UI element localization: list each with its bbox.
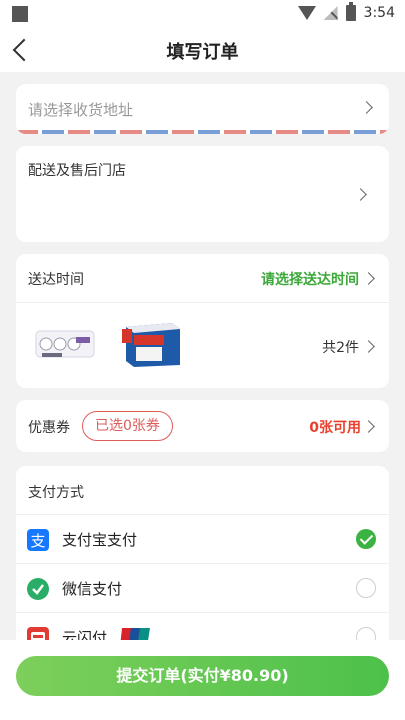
radio-unchecked-icon[interactable] — [356, 578, 376, 598]
payment-option-alipay[interactable]: 支 支付宝支付 — [16, 515, 389, 563]
store-card[interactable]: 配送及售后门店 — [16, 146, 389, 242]
coupon-selected-badge[interactable]: 已选0张券 — [82, 411, 173, 441]
coupon-label: 优惠券 — [28, 420, 70, 436]
delivery-time-select: 请选择送达时间 — [261, 272, 359, 288]
delivery-time-row[interactable]: 送达时间 请选择送达时间 — [16, 254, 389, 302]
radio-checked-icon[interactable] — [356, 529, 376, 549]
status-bar: 3:54 — [0, 0, 405, 28]
status-icons: 3:54 — [297, 2, 395, 21]
coupon-available-count: 0张可用 — [309, 420, 361, 436]
delivery-time-label: 送达时间 — [28, 272, 84, 288]
address-card[interactable]: 请选择收货地址 — [16, 84, 389, 134]
product-thumbnail-milk — [122, 323, 180, 367]
notification-icon — [12, 6, 28, 22]
wechat-pay-icon — [27, 578, 49, 600]
status-time: 3:54 — [363, 5, 395, 21]
address-placeholder: 请选择收货地址 — [28, 101, 134, 119]
submit-order-button[interactable]: 提交订单(实付¥80.90) — [16, 656, 389, 696]
payment-title: 支付方式 — [28, 485, 84, 501]
bottom-bar: 提交订单(实付¥80.90) — [0, 640, 405, 720]
payment-card: 支付方式 支 支付宝支付 微信支付 云闪付 — [16, 466, 389, 656]
no-signal-icon — [323, 6, 338, 20]
nav-bar: 填写订单 — [0, 28, 405, 72]
delivery-card: 送达时间 请选择送达时间 共2件 — [16, 254, 389, 388]
svg-text:支: 支 — [30, 532, 45, 550]
chevron-right-icon — [360, 101, 373, 114]
store-label: 配送及售后门店 — [28, 163, 126, 179]
product-thumbnail-tissue — [35, 330, 95, 358]
chevron-right-icon — [362, 272, 375, 285]
page-title: 填写订单 — [166, 42, 239, 63]
chevron-right-icon — [354, 188, 367, 201]
battery-icon — [345, 2, 356, 21]
airmail-stripe — [16, 130, 389, 134]
items-count: 共2件 — [322, 340, 359, 356]
wifi-icon — [297, 6, 316, 20]
coupon-card[interactable]: 优惠券 已选0张券 0张可用 — [16, 400, 389, 452]
payment-option-wechat[interactable]: 微信支付 — [16, 564, 389, 612]
payment-method-name: 微信支付 — [62, 580, 123, 598]
chevron-right-icon — [362, 420, 375, 433]
alipay-icon: 支 — [27, 529, 49, 551]
payment-method-name: 支付宝支付 — [62, 531, 138, 549]
product-items-row[interactable]: 共2件 — [16, 303, 389, 388]
chevron-right-icon — [362, 340, 375, 353]
